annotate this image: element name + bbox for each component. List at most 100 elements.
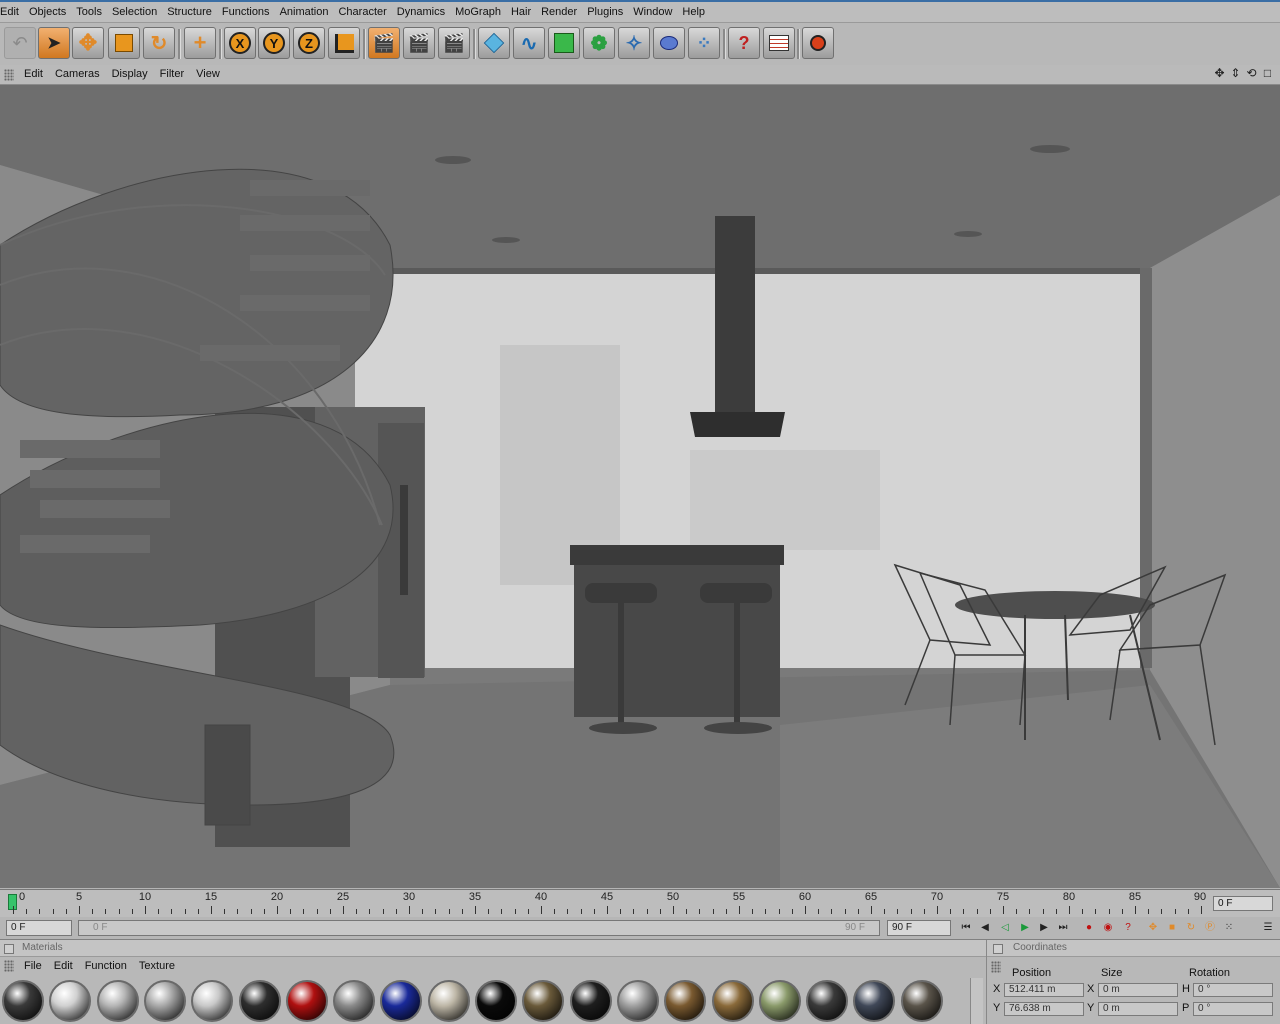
y-axis-lock-button[interactable]: Y bbox=[258, 27, 290, 59]
viewport-menu-cameras[interactable]: Cameras bbox=[49, 65, 106, 84]
key-parameter-icon[interactable]: Ⓟ bbox=[1202, 920, 1218, 936]
panel-grip-icon[interactable] bbox=[4, 960, 14, 972]
maximize-view-icon[interactable]: □ bbox=[1261, 67, 1274, 80]
viewport-menu-edit[interactable]: Edit bbox=[18, 65, 49, 84]
menu-selection[interactable]: Selection bbox=[107, 2, 162, 22]
menu-character[interactable]: Character bbox=[333, 2, 391, 22]
3d-viewport[interactable] bbox=[0, 85, 1280, 888]
go-to-end-icon[interactable]: ⏭ bbox=[1055, 920, 1071, 936]
add-deformer-button[interactable]: ✧ bbox=[618, 27, 650, 59]
add-scene-object-button[interactable] bbox=[653, 27, 685, 59]
material-swatch[interactable] bbox=[475, 980, 517, 1022]
materials-menu-function[interactable]: Function bbox=[79, 957, 133, 975]
materials-scrollbar[interactable] bbox=[970, 978, 983, 1024]
menu-hair[interactable]: Hair bbox=[506, 2, 536, 22]
size-y-field[interactable]: 0 m bbox=[1098, 1002, 1178, 1016]
start-frame-field[interactable]: 0 F bbox=[6, 920, 72, 936]
current-frame-field[interactable]: 0 F bbox=[1213, 896, 1273, 911]
material-swatch[interactable] bbox=[616, 980, 659, 1022]
render-view-button[interactable]: 🎬 bbox=[368, 27, 400, 59]
rotation-p-field[interactable]: 0 ° bbox=[1193, 1002, 1273, 1016]
material-swatch[interactable] bbox=[238, 980, 281, 1022]
material-swatch[interactable] bbox=[711, 980, 754, 1022]
keyframe-selection-icon[interactable]: ? bbox=[1120, 920, 1136, 936]
render-settings-button[interactable]: 🎬 bbox=[438, 27, 470, 59]
scale-tool-button[interactable] bbox=[108, 27, 140, 59]
rotate-tool-button[interactable]: ↻ bbox=[143, 27, 175, 59]
viewport-menu-display[interactable]: Display bbox=[106, 65, 154, 84]
pan-view-icon[interactable]: ✥ bbox=[1213, 67, 1226, 80]
materials-menu-file[interactable]: File bbox=[18, 957, 48, 975]
material-swatch[interactable] bbox=[2, 980, 44, 1022]
material-swatch[interactable] bbox=[380, 980, 423, 1022]
dolly-view-icon[interactable]: ⇕ bbox=[1229, 67, 1242, 80]
menu-render[interactable]: Render bbox=[536, 2, 582, 22]
previous-frame-icon[interactable]: ◀ bbox=[977, 920, 993, 936]
preview-range-slider[interactable]: 0 F 90 F bbox=[78, 920, 880, 936]
z-axis-lock-button[interactable]: Z bbox=[293, 27, 325, 59]
material-swatch[interactable] bbox=[427, 980, 470, 1022]
menu-animation[interactable]: Animation bbox=[275, 2, 334, 22]
menu-window[interactable]: Window bbox=[628, 2, 677, 22]
materials-menu-edit[interactable]: Edit bbox=[48, 957, 79, 975]
undo-button[interactable]: ↶ bbox=[4, 27, 36, 59]
menu-tools[interactable]: Tools bbox=[71, 2, 107, 22]
menu-help[interactable]: Help bbox=[677, 2, 710, 22]
render-picture-viewer-button[interactable]: 🎬 bbox=[403, 27, 435, 59]
next-frame-icon[interactable]: ▶ bbox=[1036, 920, 1052, 936]
move-tool-button[interactable]: ✥ bbox=[72, 27, 104, 59]
material-swatch[interactable] bbox=[49, 980, 92, 1022]
end-frame-field[interactable]: 90 F bbox=[887, 920, 951, 936]
key-point-level-icon[interactable]: ⁙ bbox=[1221, 920, 1237, 936]
material-swatch[interactable] bbox=[191, 980, 234, 1022]
viewport-menu-view[interactable]: View bbox=[190, 65, 226, 84]
add-nurbs-button[interactable] bbox=[548, 27, 580, 59]
material-swatch[interactable] bbox=[806, 980, 849, 1022]
add-array-button[interactable]: ❁ bbox=[583, 27, 615, 59]
material-swatch[interactable] bbox=[853, 980, 896, 1022]
rotate-view-icon[interactable]: ⟲ bbox=[1245, 67, 1258, 80]
material-swatch[interactable] bbox=[285, 980, 328, 1022]
go-to-start-icon[interactable]: ⏮ bbox=[958, 920, 974, 936]
material-swatch[interactable] bbox=[569, 980, 612, 1022]
play-forward-icon[interactable]: ▶ bbox=[1017, 920, 1033, 936]
menu-dynamics[interactable]: Dynamics bbox=[392, 2, 450, 22]
panel-collapse-icon[interactable] bbox=[993, 944, 1003, 954]
material-swatch[interactable] bbox=[333, 980, 376, 1022]
add-spline-button[interactable]: ∿ bbox=[513, 27, 545, 59]
material-swatch[interactable] bbox=[664, 980, 707, 1022]
panel-grip-icon[interactable] bbox=[4, 68, 14, 81]
position-x-field[interactable]: 512.411 m bbox=[1004, 983, 1084, 997]
menu-structure[interactable]: Structure bbox=[162, 2, 217, 22]
timeline-ruler[interactable]: 0 5 10 15 20 25 30 35 40 45 50 55 60 65 … bbox=[0, 889, 1280, 918]
add-particle-button[interactable]: ⁘ bbox=[688, 27, 720, 59]
context-help-button[interactable]: ? bbox=[728, 27, 760, 59]
material-swatch[interactable] bbox=[900, 980, 943, 1022]
material-swatch[interactable] bbox=[96, 980, 139, 1022]
menu-edit[interactable]: Edit bbox=[0, 2, 24, 22]
x-axis-lock-button[interactable]: X bbox=[224, 27, 256, 59]
play-backward-icon[interactable]: ◁ bbox=[997, 920, 1013, 936]
menu-plugins[interactable]: Plugins bbox=[582, 2, 628, 22]
coordinate-system-button[interactable] bbox=[328, 27, 360, 59]
key-rotation-icon[interactable]: ↻ bbox=[1183, 920, 1199, 936]
autokey-icon[interactable]: ◉ bbox=[1100, 920, 1116, 936]
key-position-icon[interactable]: ✥ bbox=[1145, 920, 1161, 936]
key-scale-icon[interactable]: ■ bbox=[1164, 920, 1180, 936]
web-button[interactable] bbox=[802, 27, 834, 59]
materials-menu-texture[interactable]: Texture bbox=[133, 957, 181, 975]
panel-collapse-icon[interactable] bbox=[4, 944, 14, 954]
timeline-menu-icon[interactable]: ☰ bbox=[1260, 920, 1276, 936]
add-cube-button[interactable] bbox=[478, 27, 510, 59]
menu-mograph[interactable]: MoGraph bbox=[450, 2, 506, 22]
material-swatch[interactable] bbox=[143, 980, 186, 1022]
live-selection-button[interactable]: ➤ bbox=[38, 27, 70, 59]
menu-functions[interactable]: Functions bbox=[217, 2, 275, 22]
position-y-field[interactable]: 76.638 m bbox=[1004, 1002, 1084, 1016]
rotation-h-field[interactable]: 0 ° bbox=[1193, 983, 1273, 997]
size-x-field[interactable]: 0 m bbox=[1098, 983, 1178, 997]
layer-browser-button[interactable] bbox=[763, 27, 795, 59]
material-swatch[interactable] bbox=[758, 980, 801, 1022]
viewport-menu-filter[interactable]: Filter bbox=[154, 65, 190, 84]
menu-objects[interactable]: Objects bbox=[24, 2, 71, 22]
